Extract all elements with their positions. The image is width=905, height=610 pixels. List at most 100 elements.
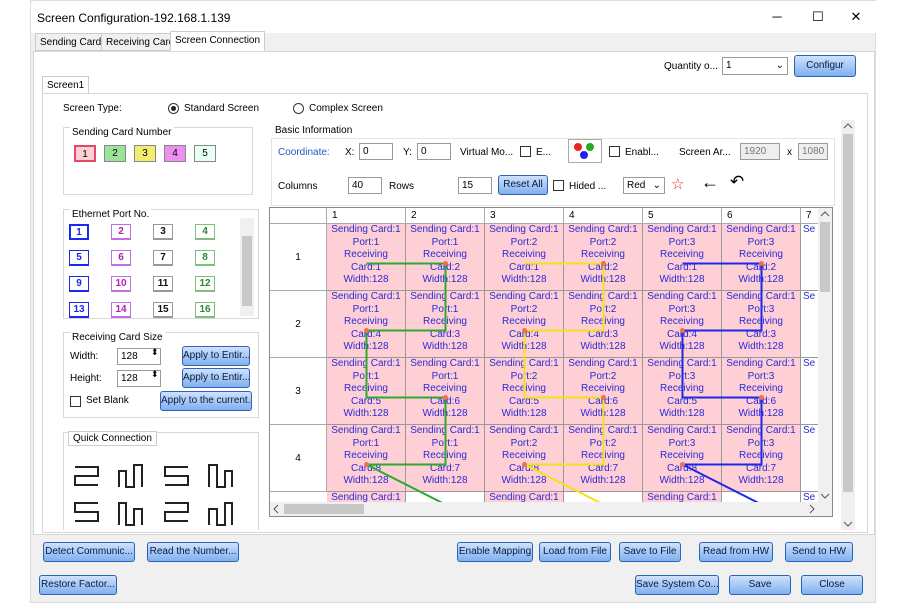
quick-pattern-6-icon[interactable] — [116, 499, 146, 529]
grid-cell[interactable]: Sending Card:1 Port:3 Receiving Card:2 Width… — [722, 224, 801, 291]
coordinate-x-input[interactable]: 0 — [359, 143, 393, 160]
grid-col-header[interactable]: 4 — [564, 208, 643, 224]
ethernet-port-4[interactable]: 4 — [195, 224, 215, 240]
grid-cell[interactable]: Sending Card:1 Port:3 Receiving Card:5 Width… — [643, 358, 722, 425]
hidden-checkbox[interactable] — [553, 180, 564, 191]
grid-cell[interactable]: Sending Card:1 Port:1 Receiving Card:3 Width… — [406, 291, 485, 358]
grid-vscrollbar[interactable] — [818, 208, 832, 502]
grid-cell[interactable]: Sending Card:1 Port:1 Receiving Card:5 Width… — [327, 358, 406, 425]
tab-screen1[interactable]: Screen1 — [42, 76, 90, 94]
ethernet-port-13[interactable]: 13 — [69, 302, 89, 318]
ethernet-port-14[interactable]: 14 — [111, 302, 131, 318]
complex-screen-radio[interactable] — [293, 103, 304, 114]
ethernet-port-7[interactable]: 7 — [153, 250, 173, 266]
main-scrollbar[interactable] — [841, 120, 855, 530]
maximize-icon[interactable]: ☐ — [808, 9, 828, 25]
quick-connection-tab[interactable]: Quick Connection — [68, 431, 157, 446]
grid-cell[interactable]: Sending Card:1 Port:1 Receiving Card:7 Width… — [406, 425, 485, 492]
reset-all-button[interactable]: Reset All — [498, 175, 548, 195]
screen-width-input[interactable]: 1920 — [740, 143, 780, 160]
grid-cell[interactable]: Sending Card:1 Port:1 Receiving Card:8 Width… — [327, 425, 406, 492]
load-from-file-button[interactable]: Load from File — [539, 542, 611, 562]
quick-pattern-5-icon[interactable] — [72, 499, 102, 529]
close-icon[interactable]: ✕ — [846, 9, 866, 25]
grid-cell[interactable]: Sending Card:1 Port:1 Receiving Card:1 Width… — [327, 224, 406, 291]
save-button[interactable]: Save — [729, 575, 791, 595]
grid-col-header[interactable]: 6 — [722, 208, 801, 224]
ethernet-port-11[interactable]: 11 — [153, 276, 173, 292]
grid-cell[interactable]: Sending Card:1 Port:2 Receiving Card:5 Width… — [485, 358, 564, 425]
set-blank-checkbox[interactable] — [70, 396, 81, 407]
grid-cell[interactable]: Sending Card:1 Port:3 Receiving Card:7 Width… — [722, 425, 801, 492]
quick-pattern-7-icon[interactable] — [162, 499, 192, 529]
grid-row-header[interactable]: 3 — [270, 358, 327, 425]
save-system-config-button[interactable]: Save System Co... — [635, 575, 719, 595]
width-stepper-icon[interactable]: ⬍ — [151, 347, 159, 358]
grid-cell[interactable]: Sending Card:1 Port:1 Receiving Card:2 Width… — [406, 224, 485, 291]
restore-factory-button[interactable]: Restore Factor... — [39, 575, 117, 595]
columns-input[interactable]: 40 — [348, 177, 382, 194]
rows-input[interactable]: 15 — [458, 177, 492, 194]
grid-cell[interactable]: Sending Card:1 Port:3 Receiving Card:3 Width… — [722, 291, 801, 358]
minimize-icon[interactable]: ─ — [767, 9, 787, 25]
send-to-hw-button[interactable]: Send to HW — [785, 542, 853, 562]
ethernet-port-15[interactable]: 15 — [153, 302, 173, 318]
ethernet-port-2[interactable]: 2 — [111, 224, 131, 240]
height-stepper-icon[interactable]: ⬍ — [151, 369, 159, 380]
grid-cell[interactable]: Sending Card:1 Port:1 Receiving Card:6 Width… — [406, 358, 485, 425]
grid-col-header[interactable]: 5 — [643, 208, 722, 224]
grid-col-header[interactable]: 3 — [485, 208, 564, 224]
grid-cell[interactable]: Sending Card:1 Port:2 Receiving Card:3 Width… — [564, 291, 643, 358]
grid-cell[interactable]: Sending Card:1 Port:2 Receiving Card:7 Width… — [564, 425, 643, 492]
grid-row-header[interactable]: 4 — [270, 425, 327, 492]
ethernet-port-3[interactable]: 3 — [153, 224, 173, 240]
sending-card-1[interactable]: 1 — [74, 145, 96, 162]
quick-pattern-8-icon[interactable] — [206, 499, 236, 529]
quick-pattern-2-icon[interactable] — [116, 461, 146, 491]
sending-card-5[interactable]: 5 — [194, 145, 216, 162]
apply-height-button[interactable]: Apply to Entir... — [182, 368, 250, 388]
tab-receiving-card[interactable]: Receiving Card — [101, 33, 180, 51]
standard-screen-radio[interactable] — [168, 103, 179, 114]
screen-height-input[interactable]: 1080 — [798, 143, 828, 160]
ethernet-port-9[interactable]: 9 — [69, 276, 89, 292]
grid-hscrollbar[interactable] — [270, 502, 832, 516]
apply-current-button[interactable]: Apply to the current... — [160, 391, 252, 411]
undo-icon[interactable]: ↶ — [730, 172, 744, 192]
grid-cell[interactable]: Sending Card:1 Port:1 Receiving Card:4 Width… — [327, 291, 406, 358]
grid-cell[interactable]: Sending Card:1 Port:2 Receiving Card:2 Width… — [564, 224, 643, 291]
line-color-select[interactable]: Red ⌄ — [623, 177, 665, 194]
ethernet-port-5[interactable]: 5 — [69, 250, 89, 266]
enable-checkbox[interactable] — [609, 146, 620, 157]
ethernet-port-12[interactable]: 12 — [195, 276, 215, 292]
ethernet-port-10[interactable]: 10 — [111, 276, 131, 292]
color-dots-icon[interactable] — [568, 139, 602, 163]
grid-cell[interactable]: Sending Card:1 Port:3 Receiving Card:6 Width… — [722, 358, 801, 425]
ethernet-port-16[interactable]: 16 — [195, 302, 215, 318]
grid-cell[interactable]: Sending Card:1 Port:2 Receiving Card:6 Width… — [564, 358, 643, 425]
grid-col-header[interactable]: 2 — [406, 208, 485, 224]
grid-cell[interactable]: Sending Card:1 Port:3 Receiving Card:8 Width… — [643, 425, 722, 492]
grid-cell[interactable]: Sending Card:1 Port:2 Receiving Card:8 Width… — [485, 425, 564, 492]
sending-card-2[interactable]: 2 — [104, 145, 126, 162]
save-to-file-button[interactable]: Save to File — [619, 542, 681, 562]
ethernet-port-1[interactable]: 1 — [69, 224, 89, 240]
ethernet-port-6[interactable]: 6 — [111, 250, 131, 266]
ethernet-scroll-thumb[interactable] — [242, 236, 252, 306]
grid-cell[interactable]: Sending Card:1 Port:3 Receiving Card:4 Width… — [643, 291, 722, 358]
close-button[interactable]: Close — [801, 575, 863, 595]
grid-col-header[interactable]: 1 — [327, 208, 406, 224]
quick-pattern-1-icon[interactable] — [72, 461, 102, 491]
ethernet-port-8[interactable]: 8 — [195, 250, 215, 266]
sending-card-4[interactable]: 4 — [164, 145, 186, 162]
tab-sending-card[interactable]: Sending Card — [35, 33, 107, 51]
read-from-hw-button[interactable]: Read from HW — [699, 542, 773, 562]
sending-card-3[interactable]: 3 — [134, 145, 156, 162]
grid-cell[interactable]: Sending Card:1 Port:2 Receiving Card:4 Width… — [485, 291, 564, 358]
quick-pattern-4-icon[interactable] — [206, 461, 236, 491]
grid-row-header[interactable]: 1 — [270, 224, 327, 291]
grid-cell[interactable]: Sending Card:1 Port:3 Receiving Card:1 Width… — [643, 224, 722, 291]
read-number-button[interactable]: Read the Number... — [147, 542, 239, 562]
coordinate-y-input[interactable]: 0 — [417, 143, 451, 160]
ethernet-scrollbar[interactable] — [240, 218, 254, 316]
